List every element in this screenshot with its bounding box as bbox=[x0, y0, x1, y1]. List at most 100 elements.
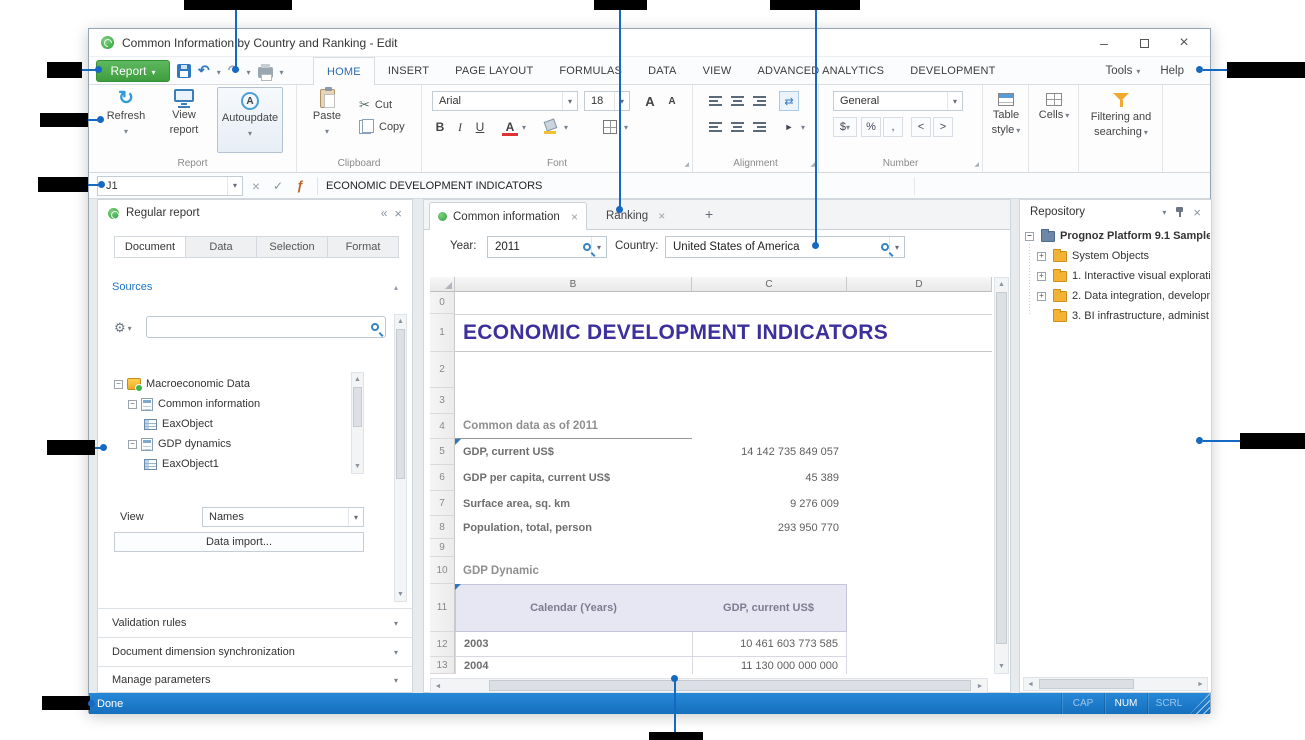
close-tab-icon[interactable] bbox=[658, 209, 665, 223]
table-cell[interactable]: 2003 bbox=[455, 632, 692, 657]
row-header[interactable]: 4 bbox=[430, 414, 455, 439]
country-select[interactable]: United States of America bbox=[665, 236, 905, 258]
gear-icon[interactable] bbox=[114, 320, 132, 336]
repo-item-data-integration[interactable]: 2. Data integration, developm bbox=[1037, 286, 1210, 306]
search-input[interactable] bbox=[146, 316, 386, 338]
repo-item-system-objects[interactable]: System Objects bbox=[1037, 246, 1210, 266]
view-report-button[interactable]: View report bbox=[157, 85, 211, 151]
row-header[interactable]: 12 bbox=[430, 632, 455, 657]
align-right-button[interactable] bbox=[749, 117, 769, 137]
close-panel-icon[interactable] bbox=[1193, 205, 1201, 220]
borders-button[interactable] bbox=[600, 117, 620, 137]
title-bar[interactable]: Common Information by Country and Rankin… bbox=[89, 29, 1210, 57]
collapse-panel-icon[interactable] bbox=[381, 206, 388, 220]
vertical-scrollbar[interactable]: ▲ ▼ bbox=[994, 277, 1009, 674]
row-header[interactable]: 8 bbox=[430, 516, 455, 539]
collapse-arrow-icon[interactable] bbox=[394, 281, 398, 293]
tab-view[interactable]: VIEW bbox=[690, 57, 745, 85]
save-icon[interactable] bbox=[177, 64, 191, 78]
chevron-down-icon[interactable] bbox=[560, 117, 572, 137]
pin-icon[interactable] bbox=[1175, 206, 1184, 218]
formula-content[interactable]: ECONOMIC DEVELOPMENT INDICATORS bbox=[326, 180, 542, 192]
number-format-select[interactable]: General bbox=[833, 91, 963, 111]
search-icon[interactable] bbox=[583, 243, 591, 251]
chevron-down-icon[interactable] bbox=[1162, 206, 1166, 218]
tab-page-layout[interactable]: PAGE LAYOUT bbox=[442, 57, 546, 85]
close-tab-icon[interactable] bbox=[571, 210, 578, 224]
tree-item-macroeconomic-data[interactable]: Macroeconomic Data bbox=[114, 374, 250, 394]
align-top-button[interactable] bbox=[705, 91, 725, 111]
tree-item-eaxobject1[interactable]: EaxObject1 bbox=[144, 454, 219, 474]
section-dimension-synchronization[interactable]: Document dimension synchronization bbox=[98, 637, 412, 666]
table-style-button[interactable]: Table style bbox=[985, 87, 1027, 136]
cut-button[interactable]: Cut bbox=[359, 97, 392, 113]
column-header-c[interactable]: C bbox=[692, 277, 847, 292]
tab-data[interactable]: Data bbox=[185, 236, 257, 258]
paste-button[interactable]: Paste bbox=[306, 85, 348, 151]
tree-scrollbar[interactable]: ▲ ▼ bbox=[351, 372, 364, 474]
table-cell[interactable]: 10 461 603 773 585 bbox=[692, 632, 847, 657]
view-select[interactable]: Names bbox=[202, 507, 364, 527]
report-title-cell[interactable]: ECONOMIC DEVELOPMENT INDICATORS bbox=[455, 314, 992, 352]
row-header[interactable]: 3 bbox=[430, 388, 455, 414]
report-menu-button[interactable]: Report bbox=[96, 60, 170, 82]
expand-box-icon[interactable] bbox=[1037, 292, 1046, 301]
confirm-icon[interactable] bbox=[269, 179, 287, 193]
underline-button[interactable]: U bbox=[470, 117, 490, 137]
row-header[interactable]: 6 bbox=[430, 465, 455, 491]
tree-item-eaxobject[interactable]: EaxObject bbox=[144, 414, 213, 434]
tab-data[interactable]: DATA bbox=[635, 57, 690, 85]
row-header[interactable]: 5 bbox=[430, 439, 455, 465]
increase-decimal-button[interactable]: > bbox=[933, 117, 953, 137]
search-icon[interactable] bbox=[881, 243, 889, 251]
sheet-tab-common-information[interactable]: Common information bbox=[429, 202, 587, 230]
chevron-down-icon[interactable] bbox=[227, 177, 242, 195]
table-header-cell[interactable]: Calendar (Years) bbox=[455, 584, 692, 632]
column-header-d[interactable]: D bbox=[847, 277, 992, 292]
tab-advanced-analytics[interactable]: ADVANCED ANALYTICS bbox=[745, 57, 898, 85]
font-size-select[interactable]: 18 bbox=[584, 91, 630, 111]
value-cell[interactable]: 9 276 009 bbox=[692, 491, 847, 516]
tab-home[interactable]: HOME bbox=[313, 57, 375, 86]
year-select[interactable]: 2011 bbox=[487, 236, 607, 258]
grid-corner[interactable] bbox=[430, 277, 455, 292]
close-button[interactable] bbox=[1164, 29, 1204, 57]
copy-button[interactable]: Copy bbox=[359, 119, 405, 134]
help-menu[interactable]: Help bbox=[1160, 65, 1184, 77]
function-wizard-icon[interactable] bbox=[291, 178, 309, 193]
tab-development[interactable]: DEVELOPMENT bbox=[897, 57, 1008, 85]
currency-button[interactable]: $ bbox=[833, 117, 857, 137]
collapse-box-icon[interactable] bbox=[128, 440, 137, 449]
orientation-button[interactable] bbox=[779, 91, 799, 111]
grow-font-button[interactable]: A bbox=[640, 91, 660, 111]
expand-box-icon[interactable] bbox=[1037, 252, 1046, 261]
repository-scrollbar[interactable]: ◄ ► bbox=[1023, 677, 1208, 691]
bold-button[interactable]: B bbox=[430, 117, 450, 137]
row-header[interactable]: 13 bbox=[430, 657, 455, 674]
shrink-font-button[interactable]: A bbox=[662, 91, 682, 111]
chevron-down-icon[interactable] bbox=[562, 92, 577, 110]
label-cell[interactable]: GDP, current US$ bbox=[455, 439, 692, 465]
column-header-b[interactable]: B bbox=[455, 277, 692, 292]
cell-name-box[interactable]: J1 bbox=[97, 176, 243, 196]
close-panel-icon[interactable] bbox=[394, 206, 402, 221]
tree-item-common-information[interactable]: Common information bbox=[128, 394, 260, 414]
chevron-down-icon[interactable] bbox=[518, 117, 530, 137]
chevron-down-icon[interactable] bbox=[947, 92, 962, 110]
value-cell[interactable]: 45 389 bbox=[692, 465, 847, 491]
chevron-down-icon[interactable] bbox=[246, 62, 250, 80]
row-header[interactable]: 1 bbox=[430, 314, 455, 352]
label-cell[interactable]: Surface area, sq. km bbox=[455, 491, 692, 516]
table-cell[interactable]: 11 130 000 000 000 bbox=[692, 657, 847, 674]
row-header[interactable]: 7 bbox=[430, 491, 455, 516]
table-cell[interactable]: 2004 bbox=[455, 657, 692, 674]
collapse-box-icon[interactable] bbox=[128, 400, 137, 409]
chevron-down-icon[interactable] bbox=[280, 62, 284, 80]
panel-scrollbar[interactable]: ▲ ▼ bbox=[394, 314, 407, 602]
tab-formulas[interactable]: FORMULAS bbox=[546, 57, 635, 85]
repo-item-interactive-visual[interactable]: 1. Interactive visual explorati bbox=[1037, 266, 1210, 286]
print-icon[interactable] bbox=[258, 67, 273, 78]
tab-format[interactable]: Format bbox=[327, 236, 399, 258]
row-header[interactable]: 11 bbox=[430, 584, 455, 632]
tools-menu[interactable]: Tools bbox=[1105, 65, 1140, 77]
